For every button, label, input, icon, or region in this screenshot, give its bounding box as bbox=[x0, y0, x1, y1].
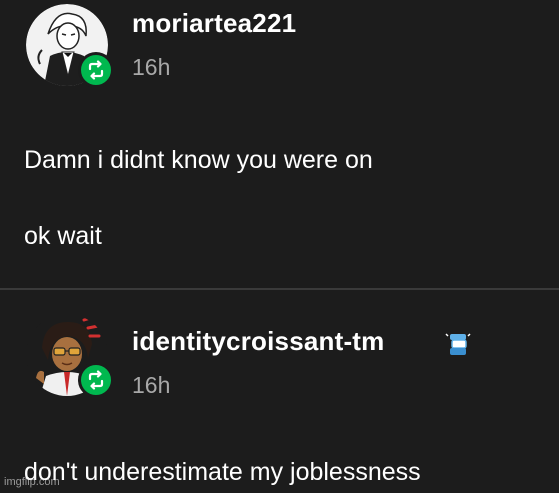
watermark: imgflip.com bbox=[4, 476, 60, 488]
reblog-icon bbox=[88, 370, 104, 390]
reblog-icon bbox=[88, 60, 104, 80]
timestamp[interactable]: 16h bbox=[132, 54, 170, 81]
sticker-badge-icon[interactable] bbox=[444, 330, 474, 360]
reblog-badge bbox=[78, 52, 114, 88]
username[interactable]: identitycroissant-tm bbox=[132, 326, 385, 357]
timestamp[interactable]: 16h bbox=[132, 372, 170, 399]
avatar-container[interactable] bbox=[26, 314, 114, 398]
post-text-line: ok wait bbox=[24, 222, 102, 250]
post-text-line: don't underestimate my joblessness bbox=[24, 458, 421, 486]
reblog-post: identitycroissant-tm 16h don't underesti… bbox=[0, 290, 559, 493]
avatar-container[interactable] bbox=[26, 4, 114, 88]
post-text-line: Damn i didnt know you were on bbox=[24, 146, 373, 174]
reblog-feed: moriartea221 16h Damn i didnt know you w… bbox=[0, 0, 559, 493]
reblog-post: moriartea221 16h Damn i didnt know you w… bbox=[0, 0, 559, 289]
reblog-badge bbox=[78, 362, 114, 398]
username[interactable]: moriartea221 bbox=[132, 8, 296, 39]
